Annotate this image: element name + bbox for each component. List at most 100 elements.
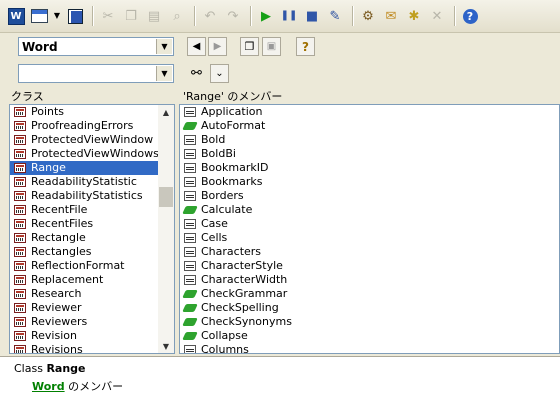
property-icon	[183, 163, 197, 174]
class-item[interactable]: ReadabilityStatistics	[10, 189, 174, 203]
class-item[interactable]: Rectangles	[10, 245, 174, 259]
design-mode-icon[interactable]: ✎	[325, 6, 345, 26]
classes-scrollbar[interactable]: ▲ ▼	[158, 105, 174, 353]
view-object-icon[interactable]	[29, 6, 49, 26]
member-item[interactable]: Cells	[180, 231, 559, 245]
member-item-label: CheckSynonyms	[201, 315, 292, 328]
class-item[interactable]: Revision	[10, 329, 174, 343]
project-explorer-icon[interactable]: ⚙	[358, 6, 378, 26]
member-item[interactable]: Collapse	[180, 329, 559, 343]
class-item-label: ProtectedViewWindow	[31, 133, 154, 146]
class-item-label: ProofreadingErrors	[31, 119, 134, 132]
member-item[interactable]: CharacterWidth	[180, 273, 559, 287]
class-item-label: RecentFiles	[31, 217, 94, 230]
class-item[interactable]: Reviewer	[10, 301, 174, 315]
class-item[interactable]: ProtectedViewWindows	[10, 147, 174, 161]
library-link[interactable]: Word	[32, 380, 65, 393]
help-icon: ?	[302, 39, 309, 54]
class-item-label: Reviewers	[31, 315, 88, 328]
class-icon	[13, 261, 27, 272]
member-item[interactable]: Case	[180, 217, 559, 231]
details-suffix: のメンバー	[68, 380, 124, 393]
class-item[interactable]: Replacement	[10, 273, 174, 287]
member-item-label: Bold	[201, 133, 226, 146]
member-item-label: Columns	[201, 343, 249, 354]
member-item[interactable]: BoldBi	[180, 147, 559, 161]
scroll-thumb[interactable]	[159, 187, 173, 207]
cut-icon[interactable]: ✂	[98, 6, 118, 26]
member-item[interactable]: BookmarkID	[180, 161, 559, 175]
members-list[interactable]: Application AutoFormat Bold BoldBi BookmarkI…	[179, 104, 560, 354]
member-item[interactable]: Bold	[180, 133, 559, 147]
chevron-down-icon[interactable]: ▼	[52, 6, 62, 26]
stop-icon[interactable]: ■	[302, 6, 322, 26]
properties-icon[interactable]: ✉	[381, 6, 401, 26]
class-item[interactable]: Revisions	[10, 343, 174, 353]
member-item[interactable]: Bookmarks	[180, 175, 559, 189]
member-item-label: Application	[201, 105, 263, 118]
object-browser-icon[interactable]: ✱	[404, 6, 424, 26]
library-combo[interactable]: Word ▼	[18, 37, 174, 56]
classes-list[interactable]: Points ProofreadingErrors ProtectedViewWin…	[9, 104, 175, 354]
member-item[interactable]: AutoFormat	[180, 119, 559, 133]
search-button[interactable]: ⚯	[187, 64, 206, 83]
property-icon	[183, 345, 197, 353]
paste-icon[interactable]: ▤	[144, 6, 164, 26]
member-item[interactable]: Characters	[180, 245, 559, 259]
class-icon	[13, 275, 27, 286]
word-icon[interactable]: W	[6, 6, 26, 26]
class-item[interactable]: ReadabilityStatistic	[10, 175, 174, 189]
class-item[interactable]: RecentFiles	[10, 217, 174, 231]
class-item[interactable]: Points	[10, 105, 174, 119]
member-item[interactable]: Borders	[180, 189, 559, 203]
property-icon	[183, 275, 197, 286]
member-item[interactable]: CheckSpelling	[180, 301, 559, 315]
toolbox-icon[interactable]: ✕	[427, 6, 447, 26]
double-chevron-down-icon: ⌄	[215, 68, 224, 79]
back-button[interactable]: ◀	[187, 37, 206, 56]
member-item[interactable]: CharacterStyle	[180, 259, 559, 273]
chevron-up-icon[interactable]: ▲	[158, 105, 174, 119]
class-item-label: Points	[31, 105, 65, 118]
search-combo[interactable]: ▼	[18, 64, 174, 83]
class-item[interactable]: ProtectedViewWindow	[10, 133, 174, 147]
copy-to-clipboard-button[interactable]: ❐	[240, 37, 259, 56]
member-item[interactable]: CheckGrammar	[180, 287, 559, 301]
member-item[interactable]: Columns	[180, 343, 559, 354]
member-item-label: Characters	[201, 245, 262, 258]
member-item[interactable]: Application	[180, 105, 559, 119]
class-item[interactable]: Rectangle	[10, 231, 174, 245]
show-hide-search-results-button[interactable]: ⌄	[210, 64, 229, 83]
redo-icon[interactable]: ↷	[223, 6, 243, 26]
chevron-down-icon[interactable]: ▼	[156, 39, 172, 54]
class-item[interactable]: ReflectionFormat	[10, 259, 174, 273]
class-item[interactable]: Range	[10, 161, 174, 175]
member-item-label: CharacterWidth	[201, 273, 288, 286]
class-item[interactable]: RecentFile	[10, 203, 174, 217]
method-icon	[182, 331, 198, 342]
property-icon	[183, 247, 197, 258]
class-item[interactable]: ProofreadingErrors	[10, 119, 174, 133]
pause-icon[interactable]: ❚❚	[279, 6, 299, 26]
member-item[interactable]: CheckSynonyms	[180, 315, 559, 329]
view-definition-button[interactable]: ▣	[262, 37, 281, 56]
property-icon	[183, 107, 197, 118]
method-icon	[182, 289, 198, 300]
class-item-label: Rectangle	[31, 231, 86, 244]
details-line-member-of: Word のメンバー	[32, 378, 123, 394]
member-item[interactable]: Calculate	[180, 203, 559, 217]
class-icon	[13, 149, 27, 160]
class-item[interactable]: Research	[10, 287, 174, 301]
undo-icon[interactable]: ↶	[200, 6, 220, 26]
help-button[interactable]: ?	[296, 37, 315, 56]
class-item[interactable]: Reviewers	[10, 315, 174, 329]
run-icon[interactable]: ▶	[256, 6, 276, 26]
save-icon[interactable]	[65, 6, 85, 26]
chevron-down-icon[interactable]: ▼	[158, 339, 174, 353]
find-icon[interactable]: ⌕	[167, 6, 187, 26]
chevron-down-icon[interactable]: ▼	[156, 66, 172, 81]
forward-button[interactable]: ▶	[208, 37, 227, 56]
copy-icon[interactable]: ❐	[121, 6, 141, 26]
class-icon	[13, 107, 27, 118]
help-icon[interactable]: ?	[460, 6, 480, 26]
